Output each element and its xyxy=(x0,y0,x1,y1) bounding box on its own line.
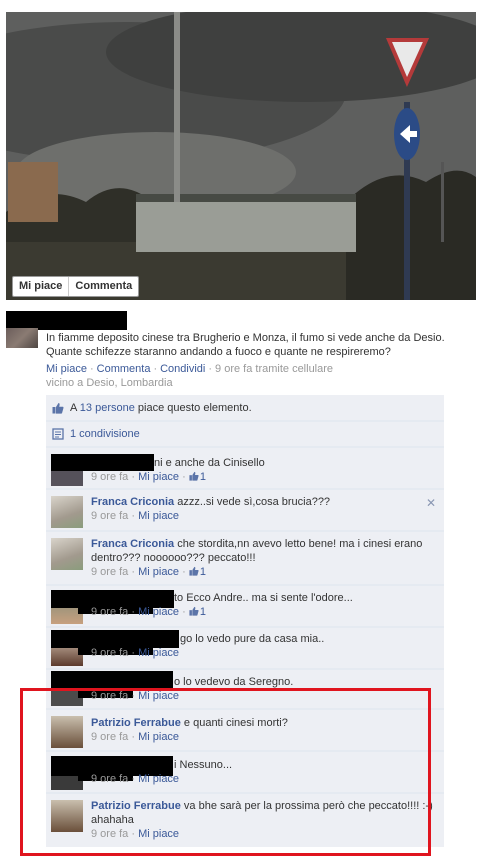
post-comment-link[interactable]: Commenta xyxy=(97,363,151,375)
comment-text: to Ecco Andre.. ma si sente l'odore... xyxy=(174,592,353,604)
comment-time: 9 ore fa xyxy=(91,606,129,618)
comment-like-link[interactable]: Mi piace xyxy=(138,471,179,483)
comment-item: Franca Criconia azzz..si vede sì,cosa br… xyxy=(46,489,444,531)
shares-row: 1 condivisione xyxy=(46,421,444,447)
comment-text: ni e anche da Cinisello xyxy=(154,457,265,469)
comment-like-count[interactable]: 1 xyxy=(200,471,206,483)
commenter-avatar[interactable] xyxy=(51,496,83,528)
commenter-name[interactable]: Franca Criconia xyxy=(91,496,174,508)
commenter-avatar[interactable] xyxy=(51,538,83,570)
like-thumb-icon xyxy=(189,471,199,481)
comment-like-count[interactable]: 1 xyxy=(200,606,206,618)
post-location: vicino a Desio, Lombardia xyxy=(46,377,173,389)
like-thumb-icon xyxy=(189,606,199,616)
post-time: 9 ore fa tramite cellulare xyxy=(215,363,334,375)
comment-text: azzz..si vede sì,cosa brucia??? xyxy=(174,496,331,508)
comment-text: o lo vedevo da Seregno. xyxy=(174,676,294,688)
photo-scene xyxy=(6,12,476,300)
comment-like-count[interactable]: 1 xyxy=(200,566,206,578)
post-share-link[interactable]: Condividi xyxy=(160,363,205,375)
photo-like-button[interactable]: Mi piace xyxy=(13,277,68,296)
photo-actions: Mi piace Commenta xyxy=(12,276,140,297)
post-actions: Mi piace · Commenta · Condividi · 9 ore fa tra… xyxy=(46,363,334,375)
comment-like-link[interactable]: Mi piace xyxy=(138,647,179,659)
post-like-link[interactable]: Mi piace xyxy=(46,363,87,375)
like-thumb-icon xyxy=(52,403,64,414)
close-icon[interactable]: ✕ xyxy=(426,496,436,510)
commenter-name[interactable]: Franca Criconia xyxy=(91,538,174,550)
comment-like-link[interactable]: Mi piace xyxy=(138,606,179,618)
comment-like-link[interactable]: Mi piace xyxy=(138,510,179,522)
comment-time: 9 ore fa xyxy=(91,647,129,659)
photo-comment-button[interactable]: Commenta xyxy=(68,277,138,296)
comment-time: 9 ore fa xyxy=(91,566,129,578)
post-text: In fiamme deposito cinese tra Brugherio … xyxy=(46,332,445,358)
likes-row: A 13 persone piace questo elemento. xyxy=(46,395,444,421)
likes-suffix: piace questo elemento. xyxy=(134,402,252,414)
shares-link[interactable]: 1 condivisione xyxy=(70,428,140,440)
comment-item: go lo vedo pure da casa mia.. 9 ore fa ·… xyxy=(46,627,444,669)
comment-like-link[interactable]: Mi piace xyxy=(138,566,179,578)
like-thumb-icon xyxy=(189,566,199,576)
likes-prefix: A xyxy=(70,402,80,414)
comment-text: go lo vedo pure da casa mia.. xyxy=(180,633,325,645)
author-avatar[interactable] xyxy=(6,328,38,348)
post-photo[interactable] xyxy=(6,12,476,300)
highlight-box xyxy=(20,688,431,856)
comment-item: to Ecco Andre.. ma si sente l'odore... 9… xyxy=(46,585,444,627)
likes-people-link[interactable]: 13 persone xyxy=(80,402,135,414)
share-icon xyxy=(52,428,64,440)
comment-time: 9 ore fa xyxy=(91,471,129,483)
comment-item: ni e anche da Cinisello 9 ore fa · Mi pi… xyxy=(46,447,444,489)
comment-time: 9 ore fa xyxy=(91,510,129,522)
comment-item: Franca Criconia che stordita,nn avevo le… xyxy=(46,531,444,585)
